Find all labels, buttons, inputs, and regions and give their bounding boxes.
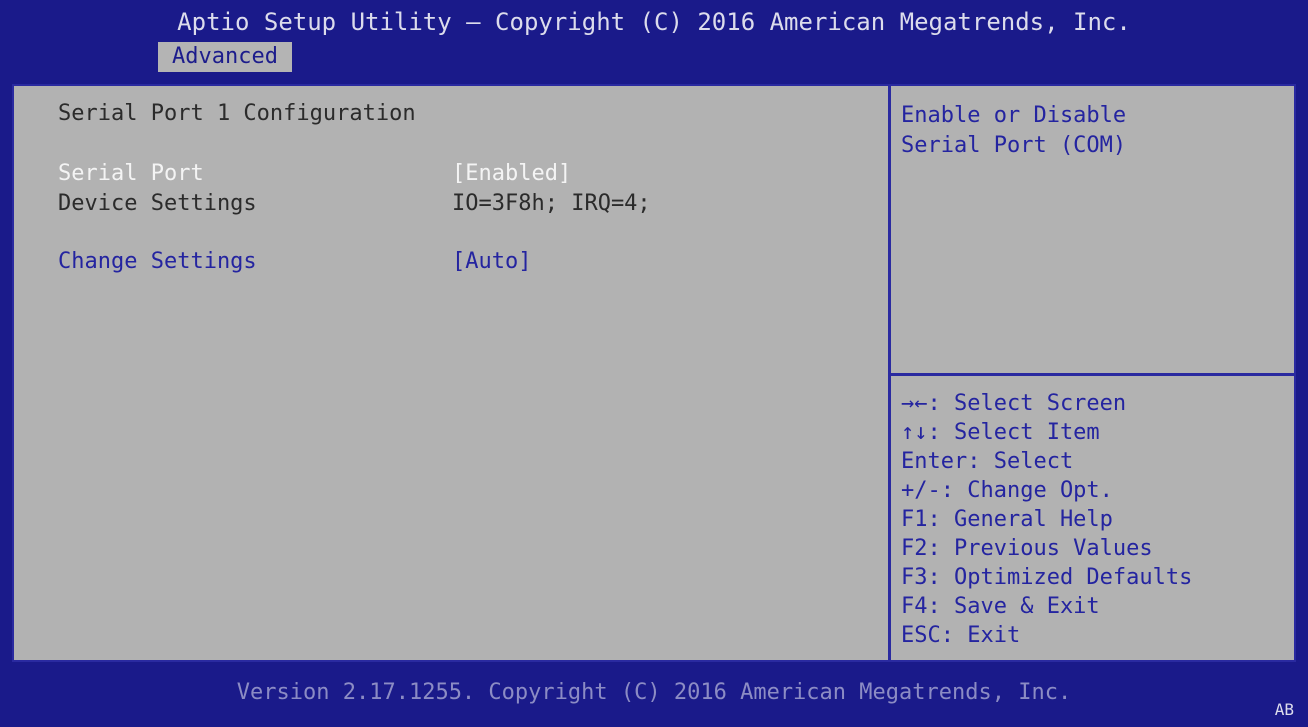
change-settings-label[interactable]: Change Settings [58,248,257,276]
key-hint-select-screen: →←: Select Screen [901,391,1127,416]
bios-screen: Aptio Setup Utility – Copyright (C) 2016… [0,0,1308,727]
panel-divider-horizontal [891,373,1294,376]
main-panel: Serial Port 1 Configuration Serial Port … [12,84,1296,662]
key-hint-optimized-defaults: F3: Optimized Defaults [901,565,1193,590]
key-hint-previous-values: F2: Previous Values [901,536,1153,561]
tab-advanced[interactable]: Advanced [158,42,292,72]
serial-port-label[interactable]: Serial Port [58,160,204,188]
help-text-line-2: Serial Port (COM) [901,133,1127,158]
key-hint-change-opt: +/-: Change Opt. [901,478,1113,503]
key-hint-save-exit: F4: Save & Exit [901,594,1100,619]
device-settings-label: Device Settings [58,191,257,216]
key-hint-select-item: ↑↓: Select Item [901,420,1100,445]
footer-version: Version 2.17.1255. Copyright (C) 2016 Am… [236,680,1072,705]
key-hint-general-help: F1: General Help [901,507,1113,532]
help-text-line-1: Enable or Disable [901,103,1127,128]
key-hint-enter: Enter: Select [901,449,1074,474]
serial-port-value[interactable]: [Enabled] [452,160,571,188]
header-title: Aptio Setup Utility – Copyright (C) 2016… [177,8,1131,36]
change-settings-value[interactable]: [Auto] [452,248,531,276]
page-title: Serial Port 1 Configuration [58,101,416,126]
key-hint-esc-exit: ESC: Exit [901,623,1021,648]
footer-badge: AB [1274,700,1294,719]
device-settings-value: IO=3F8h; IRQ=4; [452,191,651,216]
